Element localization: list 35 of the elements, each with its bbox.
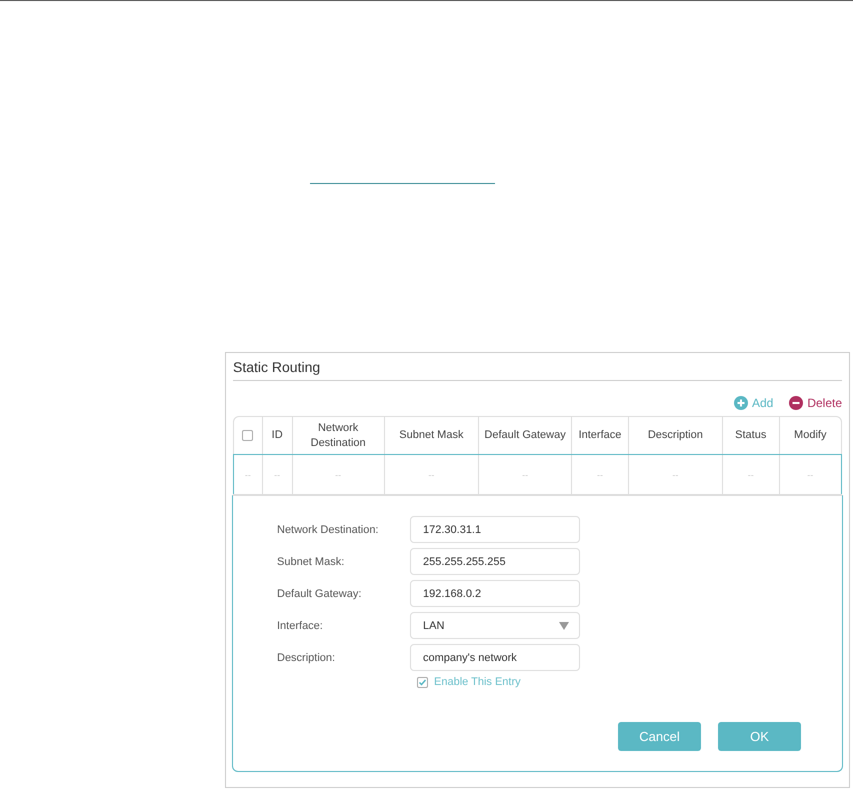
column-header: Modify <box>793 428 828 443</box>
table-cell: -- <box>262 455 293 494</box>
panel-title: Static Routing <box>233 358 320 377</box>
table-cell: -- <box>572 455 629 494</box>
table-cell: -- <box>384 455 479 494</box>
table-cell: -- <box>292 455 385 494</box>
table-cell: -- <box>234 455 263 494</box>
field-label: Description: <box>277 652 336 664</box>
input-field[interactable]: company's network <box>410 644 580 671</box>
plus-icon <box>734 396 748 410</box>
field-label: Default Gateway: <box>277 588 362 600</box>
column-header: Subnet Mask <box>384 417 479 454</box>
interface-dropdown[interactable]: LAN <box>410 612 580 639</box>
input-field[interactable]: 192.168.0.2 <box>410 580 580 607</box>
enable-checkbox[interactable] <box>417 676 428 688</box>
column-header: Description <box>628 417 723 454</box>
table-cell: -- <box>628 455 723 494</box>
field-label: Network Destination: <box>277 524 380 536</box>
table-cell-text: -- <box>806 468 814 482</box>
input-field[interactable]: 172.30.31.1 <box>410 516 580 543</box>
field-label: Subnet Mask: <box>277 556 346 568</box>
input-field[interactable]: 255.255.255.255 <box>410 548 580 575</box>
column-header: Default Gateway <box>478 417 572 454</box>
column-header: Network Destination <box>292 417 385 454</box>
column-header: ID <box>262 417 293 454</box>
select-all-checkbox[interactable] <box>242 430 254 441</box>
delete-button[interactable]: Delete <box>789 396 842 410</box>
column-header: Status <box>722 417 780 454</box>
table-cell: -- <box>722 455 780 494</box>
checkbox-label: Enable This Entry <box>434 676 521 688</box>
caret-icon <box>559 622 569 630</box>
column-header: Interface <box>572 417 629 454</box>
minus-icon <box>789 396 804 410</box>
field-label: Interface: <box>277 620 324 632</box>
table-cell: -- <box>478 455 572 494</box>
